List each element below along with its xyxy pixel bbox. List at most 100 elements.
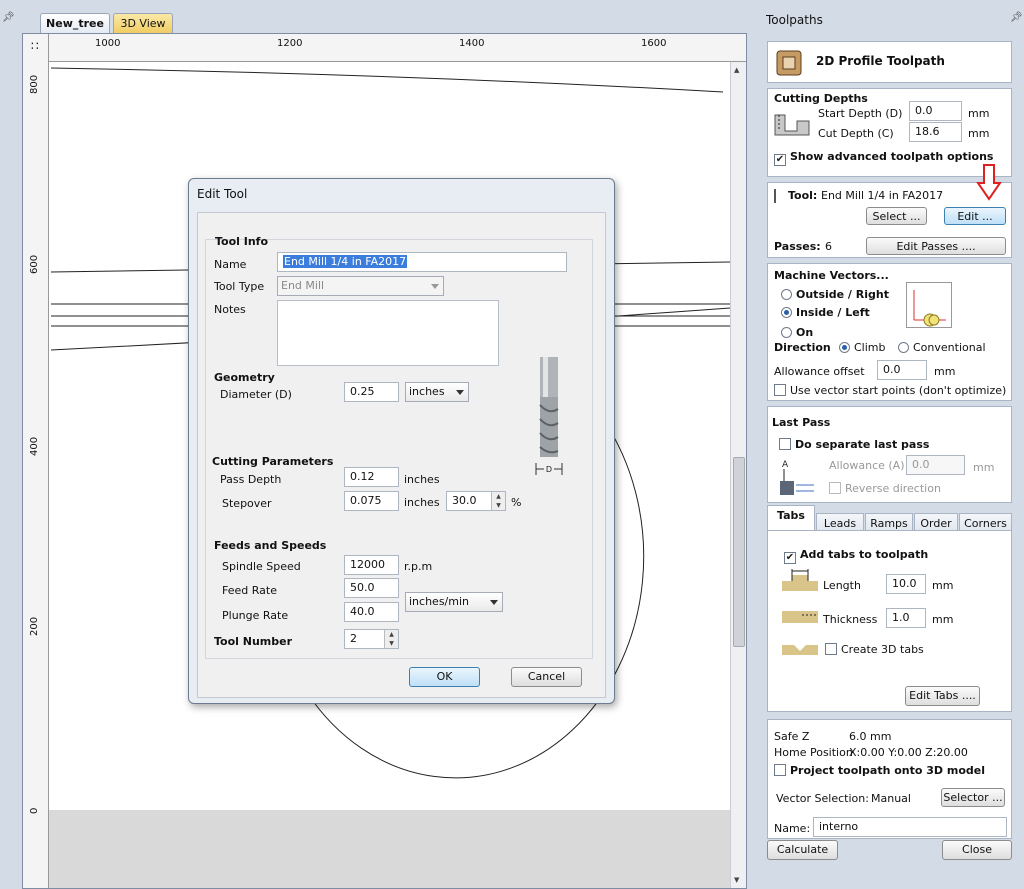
tool-name-input[interactable]: End Mill 1/4 in FA2017 [277, 252, 567, 272]
pin-icon[interactable]: 📌︎ [2, 12, 15, 23]
pin-icon[interactable]: 📌︎ [1010, 12, 1023, 23]
on-radio[interactable]: On [781, 326, 813, 339]
use-start-points-checkbox[interactable]: Use vector start points (don't optimize) [774, 384, 1006, 397]
last-pass-icon: A [780, 460, 814, 495]
notes-label: Notes [214, 303, 246, 316]
scroll-down-icon[interactable]: ▼ [734, 876, 739, 884]
profile-toolpath-icon [776, 50, 802, 76]
length-input[interactable]: 10.0 [886, 574, 926, 594]
edit-passes-button[interactable]: Edit Passes .... [866, 237, 1006, 255]
scroll-thumb[interactable] [733, 457, 745, 647]
stepover-unit: inches [404, 496, 440, 509]
cut-depth-input[interactable]: 18.6 [909, 122, 962, 142]
units-value: inches [409, 385, 445, 398]
edit-tabs-button[interactable]: Edit Tabs .... [905, 686, 980, 706]
checkmark-icon: ✔ [774, 154, 786, 166]
thickness-input[interactable]: 1.0 [886, 608, 926, 628]
radio-selected-icon [781, 307, 792, 318]
select-tool-button[interactable]: Select ... [866, 207, 927, 225]
end-mill-diagram-icon: D [535, 357, 563, 475]
safe-z-section: Safe Z 6.0 mm Home Position X:0.00 Y:0.0… [767, 719, 1012, 839]
home-position-label: Home Position [774, 746, 853, 759]
calculate-button[interactable]: Calculate [767, 840, 838, 860]
tool-number-spinner[interactable]: 2 ▲ ▼ [344, 629, 399, 649]
advanced-options-checkbox[interactable]: ✔ Show advanced toolpath options [774, 150, 993, 166]
pass-depth-unit: inches [404, 473, 440, 486]
spindle-speed-input[interactable]: 12000 [344, 555, 399, 575]
rate-units-select[interactable]: inches/min [405, 592, 503, 612]
allowance-offset-unit: mm [934, 365, 956, 378]
separate-last-pass-label: Do separate last pass [795, 438, 930, 451]
pass-depth-label: Pass Depth [220, 473, 282, 486]
checkbox-icon [825, 643, 837, 655]
start-depth-input[interactable]: 0.0 [909, 101, 962, 121]
safe-z-label: Safe Z [774, 730, 810, 743]
radio-selected-icon [839, 342, 850, 353]
direction-label: Direction [774, 341, 831, 354]
inside-left-radio[interactable]: Inside / Left [781, 306, 870, 319]
spinner-arrows-icon[interactable]: ▲ ▼ [491, 492, 505, 510]
tab-new-tree[interactable]: New_tree [40, 13, 110, 33]
allowance-offset-label: Allowance offset [774, 365, 865, 378]
ruler-origin-icon: ∷ [31, 39, 39, 53]
ruler-label: 1200 [277, 38, 303, 49]
stepover-percent-spinner[interactable]: 30.0 ▲ ▼ [446, 491, 506, 511]
tool-section: Tool: End Mill 1/4 in FA2017 Select ... … [767, 164, 1012, 258]
spindle-speed-unit: r.p.m [404, 560, 433, 573]
advanced-options-label: Show advanced toolpath options [790, 150, 994, 163]
name-label: Name [214, 258, 247, 271]
start-depth-unit: mm [968, 107, 990, 120]
tool-value: End Mill 1/4 in FA2017 [821, 189, 944, 202]
add-tabs-checkbox[interactable]: ✔ Add tabs to toolpath [784, 548, 928, 564]
edit-tool-button[interactable]: Edit ... [944, 207, 1006, 225]
stepover-label: Stepover [222, 497, 272, 510]
spinner-arrows-icon[interactable]: ▲ ▼ [384, 630, 398, 648]
thickness-unit: mm [932, 613, 954, 626]
tab-tabs[interactable]: Tabs [767, 505, 815, 531]
close-button[interactable]: Close [942, 840, 1012, 860]
feed-rate-input[interactable]: 50.0 [344, 578, 399, 598]
ok-button[interactable]: OK [409, 667, 480, 687]
tool-name-value: End Mill 1/4 in FA2017 [283, 255, 408, 268]
dialog-body: Tool Info Name End Mill 1/4 in FA2017 To… [197, 212, 606, 698]
separate-last-pass-checkbox[interactable]: Do separate last pass [779, 438, 929, 451]
last-pass-section: Last Pass Do separate last pass A Allowa… [767, 406, 1012, 503]
scroll-up-icon[interactable]: ▲ [734, 66, 739, 74]
create-3d-tabs-label: Create 3D tabs [841, 643, 924, 656]
tab-length-icon [782, 569, 818, 591]
stepover-input[interactable]: 0.075 [344, 491, 399, 511]
project-toolpath-label: Project toolpath onto 3D model [790, 764, 986, 777]
last-pass-allowance-label: Allowance (A) [829, 459, 905, 472]
diameter-input[interactable]: 0.25 [344, 382, 399, 402]
climb-radio[interactable]: Climb [839, 341, 886, 354]
checkbox-icon [829, 482, 841, 494]
toolpaths-panel: Toolpaths 📌︎ 2D Profile Toolpath Cutting… [752, 8, 1024, 889]
toolpath-name-input[interactable]: interno [813, 817, 1007, 837]
cutting-parameters-heading: Cutting Parameters [212, 455, 334, 468]
reverse-direction-checkbox[interactable]: Reverse direction [829, 482, 941, 495]
project-toolpath-checkbox[interactable]: Project toolpath onto 3D model [774, 764, 985, 777]
panel-title: Toolpaths [766, 13, 823, 27]
checkbox-icon [774, 764, 786, 776]
checkbox-icon [779, 438, 791, 450]
vertical-scrollbar[interactable]: ▲ ▼ [730, 62, 746, 888]
selector-button[interactable]: Selector ... [941, 788, 1005, 807]
vector-selection-value: Manual [871, 792, 911, 805]
allowance-offset-input[interactable]: 0.0 [877, 360, 927, 380]
ruler-label: 0 [29, 807, 40, 814]
conventional-radio[interactable]: Conventional [898, 341, 986, 354]
tool-bit-icon [774, 189, 776, 203]
tab-thickness-icon [782, 611, 818, 623]
machine-vector-preview-icon [906, 282, 952, 328]
last-pass-allowance-input[interactable]: 0.0 [906, 455, 965, 475]
last-pass-allowance-unit: mm [973, 461, 995, 474]
tab-3d-view[interactable]: 3D View [113, 13, 173, 33]
outside-right-radio[interactable]: Outside / Right [781, 288, 889, 301]
plunge-rate-input[interactable]: 40.0 [344, 602, 399, 622]
cancel-button[interactable]: Cancel [511, 667, 582, 687]
pass-depth-input[interactable]: 0.12 [344, 467, 399, 487]
create-3d-tabs-checkbox[interactable]: Create 3D tabs [825, 643, 924, 656]
notes-textarea[interactable] [277, 300, 499, 366]
tool-type-select[interactable]: End Mill [277, 276, 444, 296]
units-select[interactable]: inches [405, 382, 469, 402]
